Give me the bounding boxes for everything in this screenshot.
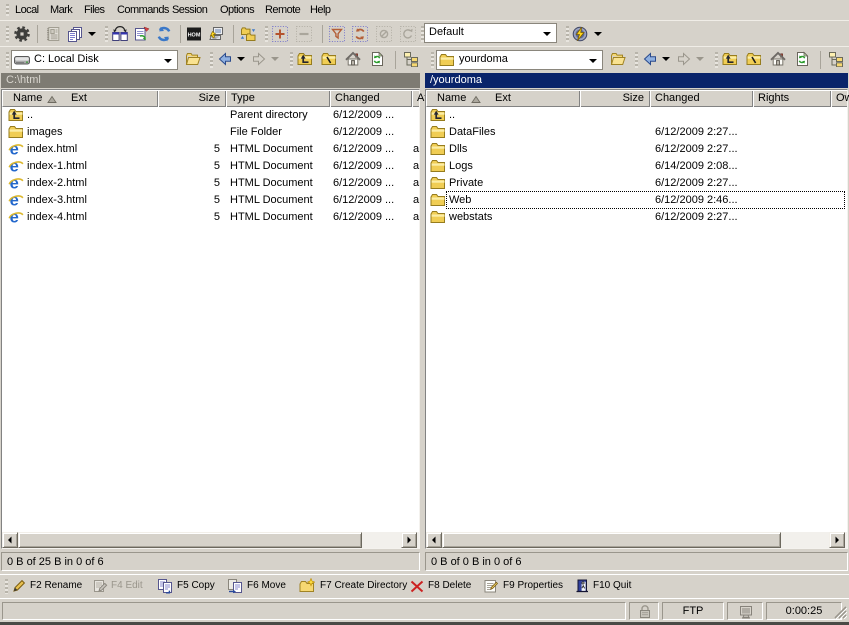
svg-text:e: e xyxy=(10,192,19,208)
svg-text:e: e xyxy=(10,209,19,225)
svg-text:e: e xyxy=(10,158,19,174)
svg-text:e: e xyxy=(10,141,19,157)
svg-text:e: e xyxy=(10,175,19,191)
svg-text:HOM: HOM xyxy=(188,33,201,39)
